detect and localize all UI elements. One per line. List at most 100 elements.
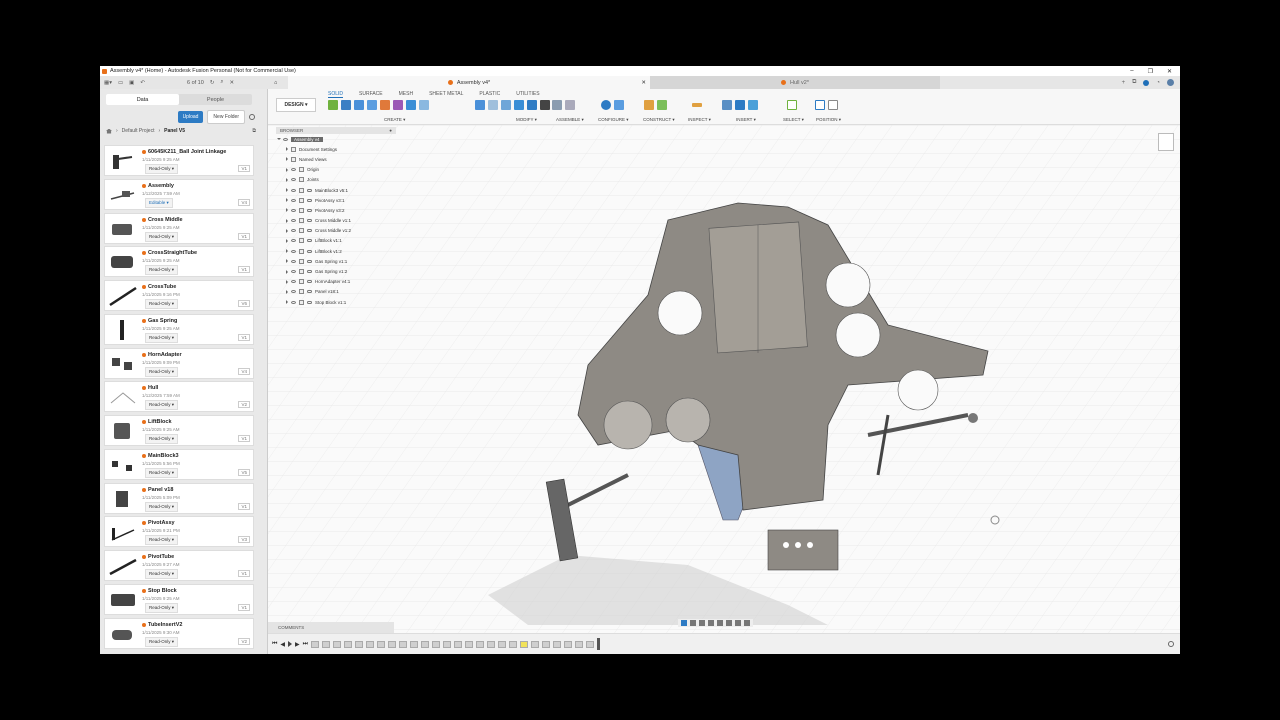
timeline-step[interactable] [366,640,375,648]
list-item[interactable]: 60645K211_Ball Joint Linkage 1/11/2025 9… [104,145,254,176]
extensions-icon[interactable]: ⧉ [1132,79,1136,86]
timeline-step[interactable] [443,640,452,648]
permission-dropdown[interactable]: Read-Only ▾ [145,602,179,613]
tab-plastic[interactable]: PLASTIC [479,91,500,98]
permission-dropdown[interactable]: Read-Only ▾ [145,299,179,309]
box-icon[interactable] [406,100,416,110]
home-tab-icon[interactable]: ⌂ [268,76,288,89]
timeline-step[interactable] [421,640,430,648]
timeline-step[interactable] [476,640,485,648]
go-to-end-icon[interactable]: ⏭ [303,641,308,648]
permission-dropdown[interactable]: Editable ▾ [145,197,173,208]
gear-icon[interactable] [249,114,255,120]
list-item[interactable]: PivotTube 1/11/2025 9:27 AM Read-Only ▾ … [104,550,254,581]
tree-item[interactable]: Document Settings [276,144,396,154]
tree-item[interactable]: PivotAssy v3:1 [276,195,396,205]
timeline-step[interactable] [509,640,518,648]
version-badge[interactable]: V1 [238,603,250,611]
grid-settings-icon[interactable] [735,620,741,626]
timeline-step[interactable] [487,640,496,648]
home-icon[interactable] [106,128,112,134]
timeline-step[interactable] [586,640,595,648]
maximize-button[interactable]: ❐ [1148,68,1153,75]
tree-item[interactable]: Gas Spring v1:1 [276,256,396,266]
tree-item[interactable]: Stop Block v1:1 [276,297,396,307]
upload-button[interactable]: Upload [177,111,204,123]
version-badge[interactable]: V1 [238,435,250,442]
tree-item[interactable]: PivotAssy v3:2 [276,205,396,215]
version-badge[interactable]: V2 [238,401,250,409]
tree-item[interactable]: LiftBlock v1:2 [276,246,396,256]
minimize-button[interactable]: – [1130,68,1133,75]
tab-assembly[interactable]: Assembly v4* ✕ [288,76,650,89]
pan-icon[interactable] [699,620,705,626]
create-menu[interactable]: CREATE ▾ [384,117,405,123]
tree-item[interactable]: HornAdapter v4:1 [276,277,396,287]
viewports-icon[interactable] [744,620,750,626]
version-badge[interactable]: V5 [238,468,250,476]
close-panel-icon[interactable]: ✕ [230,80,235,86]
timeline-step[interactable] [542,640,551,648]
timeline-step-selected[interactable] [520,640,529,648]
new-tab-icon[interactable]: + [1122,80,1126,86]
insert-menu[interactable]: INSERT ▾ [736,117,756,123]
timeline-step[interactable] [410,640,419,648]
version-badge[interactable]: V4 [238,198,250,206]
combine-icon[interactable] [514,100,524,110]
assemble-menu[interactable]: ASSEMBLE ▾ [556,117,584,123]
version-badge[interactable]: V4 [238,367,250,375]
fillet-icon[interactable] [488,100,498,110]
permission-dropdown[interactable]: Read-Only ▾ [145,636,179,647]
position-menu[interactable]: POSITION ▾ [816,117,841,123]
version-badge[interactable]: V2 [238,637,250,645]
breadcrumb-project[interactable]: Default Project [122,128,155,134]
select-icon[interactable] [787,100,797,110]
pin-icon[interactable]: ● [389,128,392,133]
list-item[interactable]: Hull 1/12/2025 7:59 AM Read-Only ▾ V2 [104,381,254,413]
new-component-icon[interactable] [552,100,562,110]
new-item-icon[interactable]: ⧉ [252,128,256,134]
version-badge[interactable]: V1 [238,266,250,274]
tree-item[interactable]: LiftBlock v1:1 [276,236,396,246]
tree-item[interactable]: Cross Middle v1:2 [276,226,396,236]
tree-item[interactable]: Joints [276,175,396,185]
timeline-step[interactable] [311,640,320,648]
avatar[interactable] [1167,79,1174,86]
gear-icon[interactable] [1168,641,1174,647]
list-item[interactable]: PivotAssy 1/11/2025 9:21 PM Read-Only ▾ … [104,516,254,548]
chamfer-icon[interactable] [501,100,511,110]
timeline-step[interactable] [564,640,573,648]
save-icon[interactable]: ▣ [129,80,134,86]
sketch-icon[interactable] [328,100,338,110]
timeline-step[interactable] [553,640,562,648]
tree-item[interactable]: Origin [276,165,396,175]
timeline-step[interactable] [432,640,441,648]
step-forward-icon[interactable]: ▶ [295,641,300,648]
list-item[interactable]: Gas Spring 1/11/2025 9:25 AM Read-Only ▾… [104,313,254,345]
tree-item[interactable]: MainBlock3 v5:1 [276,185,396,195]
version-badge[interactable]: V1 [238,333,250,341]
workspace-dropdown[interactable]: DESIGN ▾ [276,98,316,112]
inspect-menu[interactable]: INSPECT ▾ [688,117,711,123]
permission-dropdown[interactable]: Read-Only ▾ [145,366,179,377]
capture-position-icon[interactable] [815,100,825,110]
timeline-step[interactable] [498,640,507,648]
undo-icon[interactable]: ↶ [140,80,145,86]
configure-icon[interactable] [601,100,611,110]
grid-menu-icon[interactable]: ▦▾ [104,80,112,86]
permission-dropdown[interactable]: Read-Only ▾ [145,164,179,174]
notifications-icon[interactable]: ◔ [1156,80,1160,86]
tab-mesh[interactable]: MESH [399,91,413,98]
timeline-step[interactable] [399,640,408,648]
tree-item[interactable]: Panel v18:1 [276,287,396,297]
help-icon[interactable] [1143,79,1150,86]
move-icon[interactable] [540,100,550,110]
permission-dropdown[interactable]: Read-Only ▾ [145,501,179,512]
zoom-icon[interactable] [708,620,714,626]
measure-icon[interactable] [692,103,702,107]
tree-item[interactable]: Named Views [276,154,396,164]
scale-icon[interactable] [527,100,537,110]
tab-data[interactable]: Data [106,94,179,105]
tree-root[interactable]: Assembly v4 [276,134,396,144]
tab-sheet-metal[interactable]: SHEET METAL [429,91,463,98]
